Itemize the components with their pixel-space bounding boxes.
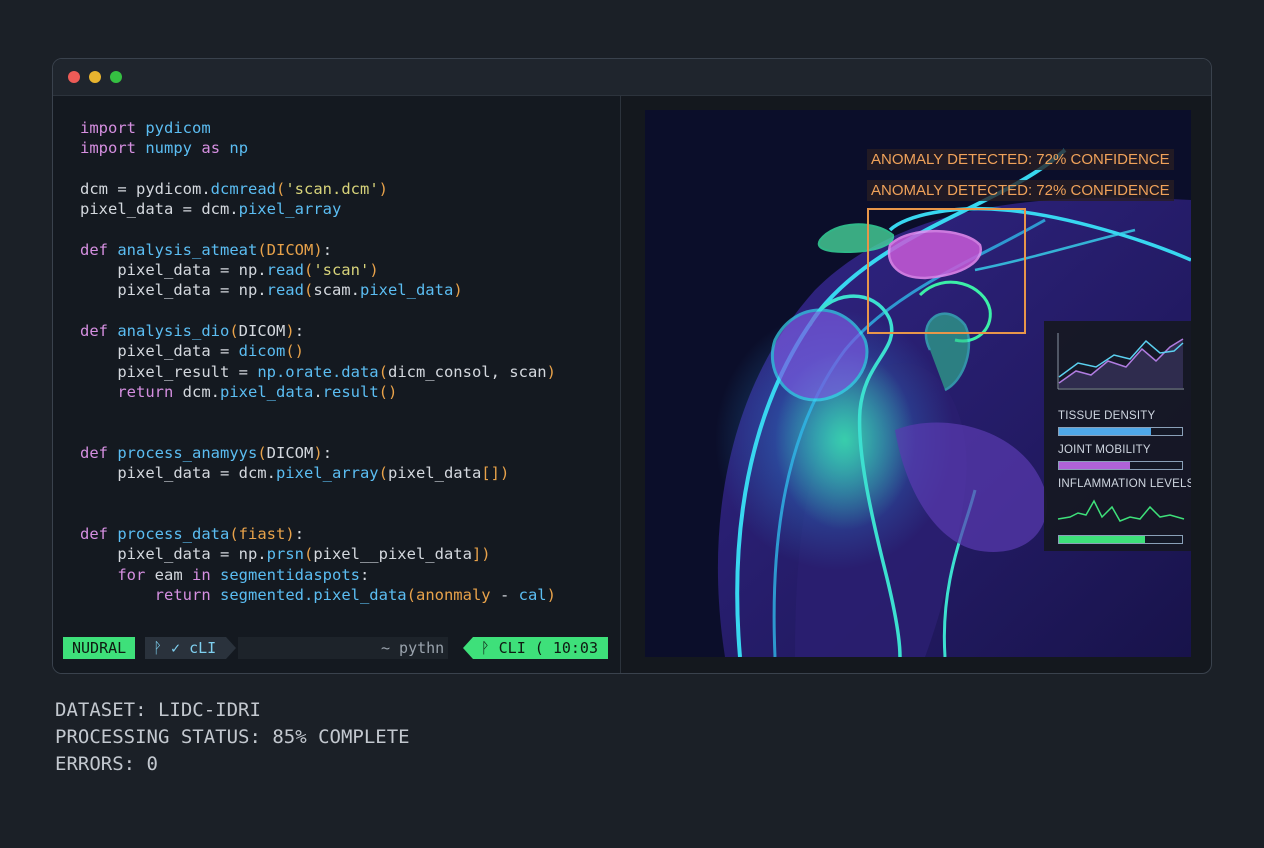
code-line[interactable]: return dcm.pixel_data.result() xyxy=(80,382,556,402)
code-line[interactable]: for eam in segmentidaspots: xyxy=(80,565,556,585)
code-line[interactable]: def analysis_atmeat(DICOM): xyxy=(80,240,556,260)
joint-mobility-bar xyxy=(1058,461,1183,470)
code-line[interactable]: dcm = pydicom.dcmread('scan.dcm') xyxy=(80,179,556,199)
inflammation-waveform xyxy=(1057,499,1185,522)
code-line[interactable]: def process_data(fiast): xyxy=(80,524,556,544)
code-line[interactable]: def process_anamyys(DICOM): xyxy=(80,443,556,463)
minimize-window-button[interactable] xyxy=(89,71,101,83)
code-line[interactable]: pixel_data = dcm.pixel_array(pixel_data[… xyxy=(80,463,556,483)
code-line[interactable] xyxy=(80,219,556,239)
code-line[interactable] xyxy=(80,422,556,442)
dataset-summary: DATASET: LIDC-IDRI PROCESSING STATUS: 85… xyxy=(55,697,410,778)
anomaly-label-secondary: ANOMALY DETECTED: 72% CONFIDENCE xyxy=(867,180,1174,201)
code-line[interactable]: pixel_data = np.prsn(pixel__pixel_data]) xyxy=(80,544,556,564)
code-line[interactable]: pixel_result = np.orate.data(dicm_consol… xyxy=(80,362,556,382)
tissue-density-bar xyxy=(1058,427,1183,436)
code-line[interactable]: pixel_data = dcm.pixel_array xyxy=(80,199,556,219)
inflammation-levels-label: INFLAMMATION LEVELS xyxy=(1058,478,1191,490)
anomaly-label-primary: ANOMALY DETECTED: 72% CONFIDENCE xyxy=(867,149,1174,170)
title-bar xyxy=(53,59,1211,96)
inflammation-bar xyxy=(1058,535,1183,544)
editor-mode-indicator: NUDRAL xyxy=(63,637,136,659)
close-window-button[interactable] xyxy=(68,71,80,83)
code-line[interactable] xyxy=(80,504,556,524)
code-line[interactable]: import pydicom xyxy=(80,118,556,138)
code-line[interactable] xyxy=(80,402,556,422)
code-line[interactable]: pixel_data = np.read('scan') xyxy=(80,260,556,280)
code-line[interactable]: return segmented.pixel_data(anonmaly - c… xyxy=(80,585,556,605)
code-line[interactable] xyxy=(80,483,556,503)
terminal-window: import pydicom import numpy as np dcm = py… xyxy=(52,58,1212,674)
code-editor-pane[interactable]: import pydicom import numpy as np dcm = py… xyxy=(53,96,621,673)
dataset-line: DATASET: LIDC-IDRI xyxy=(55,699,261,721)
code-block[interactable]: import pydicom import numpy as np dcm = py… xyxy=(80,118,556,605)
stats-panel: TISSUE DENSITY JOINT MOBILITY INFLAMMATI… xyxy=(1044,321,1191,551)
maximize-window-button[interactable] xyxy=(110,71,122,83)
trend-chart xyxy=(1057,333,1184,390)
errors-line: ERRORS: 0 xyxy=(55,753,158,775)
tissue-density-label: TISSUE DENSITY xyxy=(1058,410,1156,422)
code-line[interactable]: pixel_data = dicom() xyxy=(80,341,556,361)
git-branch-indicator: ᚹ ✓ cLI xyxy=(145,637,237,659)
joint-mobility-label: JOINT MOBILITY xyxy=(1058,444,1151,456)
code-line[interactable]: def analysis_dio(DICOM): xyxy=(80,321,556,341)
scan-viewer[interactable]: ANOMALY DETECTED: 72% CONFIDENCE ANOMALY… xyxy=(645,110,1191,657)
clock-indicator: ᚹ CLI ( 10:03 xyxy=(462,637,608,659)
code-line[interactable]: pixel_data = np.read(scam.pixel_data) xyxy=(80,280,556,300)
code-line[interactable]: import numpy as np xyxy=(80,138,556,158)
language-indicator: ~ pythn xyxy=(381,639,445,657)
code-line[interactable] xyxy=(80,301,556,321)
code-line[interactable] xyxy=(80,159,556,179)
processing-status-line: PROCESSING STATUS: 85% COMPLETE xyxy=(55,726,410,748)
anomaly-bounding-box[interactable] xyxy=(867,208,1026,334)
status-bar: NUDRAL ᚹ ✓ cLI ~ pythn ᚹ CLI ( 10:03 xyxy=(63,637,608,659)
